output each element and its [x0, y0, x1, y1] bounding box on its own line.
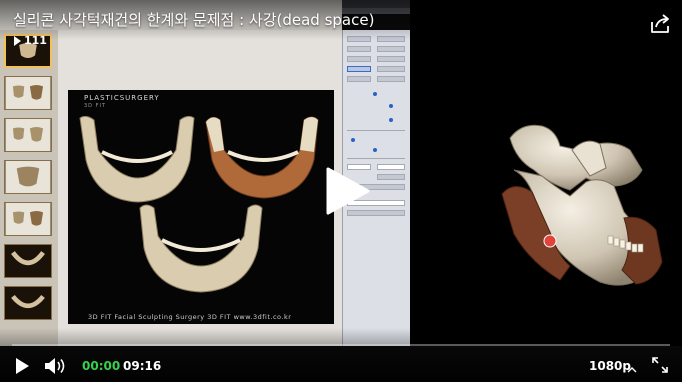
input-box [377, 164, 405, 170]
slider-knob [373, 92, 377, 96]
controls-gradient [0, 328, 682, 382]
tool-button [347, 76, 371, 82]
tool-button [377, 174, 405, 180]
slide-caption: 3D FIT Facial Sculpting Surgery 3D FIT w… [88, 313, 292, 321]
slide-thumbnail [4, 244, 52, 278]
chevron-up-icon[interactable] [627, 360, 637, 373]
volume-icon[interactable] [44, 357, 70, 375]
quality-button[interactable]: 1080p [589, 359, 631, 373]
thumb-counter-value: 111 [24, 34, 47, 47]
slider-knob [373, 148, 377, 152]
thumb-play-icon [14, 35, 21, 46]
tool-button [347, 56, 371, 62]
presentation-window: PLASTICSURGERY 3D FIT 3D FIT Facial Scul… [0, 0, 342, 346]
panel-divider [347, 158, 405, 159]
slider-knob [389, 104, 393, 108]
slide-thumbnail-strip [0, 30, 59, 346]
panel-divider [347, 130, 405, 131]
tool-button [377, 76, 405, 82]
play-icon[interactable] [14, 357, 30, 375]
fullscreen-icon[interactable] [652, 357, 668, 373]
jaw-image-colored [205, 116, 319, 199]
video-player[interactable]: PLASTICSURGERY 3D FIT 3D FIT Facial Scul… [0, 0, 682, 382]
slide-thumbnail [4, 118, 52, 152]
tool-button [347, 66, 371, 72]
slide-thumbnail [4, 76, 52, 110]
progress-bar[interactable] [12, 344, 670, 346]
3d-render-view [410, 0, 682, 346]
current-slide: PLASTICSURGERY 3D FIT 3D FIT Facial Scul… [68, 90, 334, 324]
radio-option [351, 138, 355, 142]
video-title: 실리콘 사각턱재건의 한계와 문제점 : 사강(dead space) [13, 11, 375, 29]
duration: 09:16 [123, 359, 162, 373]
slide-thumbnail [4, 286, 52, 320]
current-time: 00:00 [82, 359, 121, 373]
share-icon[interactable] [648, 12, 672, 36]
jaw-image-front [79, 115, 195, 203]
slider-knob [389, 118, 393, 122]
thumb-counter: 111 [14, 34, 47, 47]
slide-canvas: PLASTICSURGERY 3D FIT 3D FIT Facial Scul… [58, 30, 342, 346]
slide-thumbnail [4, 160, 52, 194]
jaw-image-bottom [139, 204, 263, 293]
tool-button [377, 66, 405, 72]
tool-button [377, 56, 405, 62]
tool-button [347, 46, 371, 52]
mandible-images [79, 115, 319, 293]
play-overlay-icon[interactable] [320, 165, 372, 217]
slide-thumbnail [4, 202, 52, 236]
tool-button [377, 46, 405, 52]
skull-3d-model [501, 124, 663, 286]
